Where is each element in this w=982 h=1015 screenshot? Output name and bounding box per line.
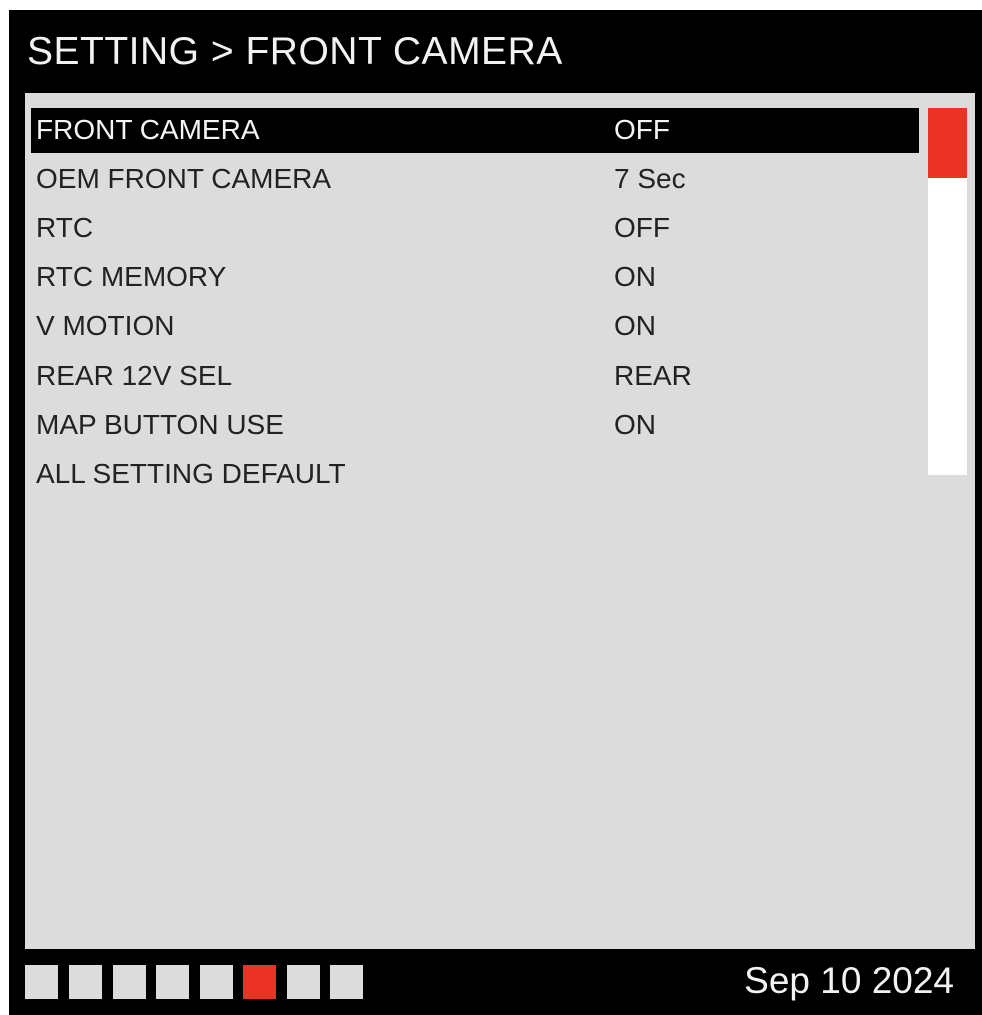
- menu-item-label: V MOTION: [36, 310, 175, 341]
- page-indicator-1: [25, 965, 58, 999]
- menu-item-label: RTC: [36, 212, 94, 243]
- page-indicator-8: [330, 965, 363, 999]
- menu-item-label: RTC MEMORY: [36, 261, 227, 292]
- menu-item-value: REAR: [614, 360, 692, 391]
- page-indicator-2: [69, 965, 102, 999]
- menu-item-value: ON: [614, 310, 656, 341]
- page-indicator-4: [156, 965, 189, 999]
- scrollbar-track[interactable]: [928, 108, 967, 475]
- menu-item-map-button-use[interactable]: MAP BUTTON USE ON: [31, 403, 919, 448]
- menu-item-rear-12v-sel[interactable]: REAR 12V SEL REAR: [31, 354, 919, 399]
- menu-item-label: ALL SETTING DEFAULT: [36, 458, 346, 489]
- page-indicator-6: [243, 965, 276, 999]
- menu-item-all-setting-default[interactable]: ALL SETTING DEFAULT: [31, 452, 919, 497]
- menu-item-value: OFF: [614, 212, 670, 243]
- scrollbar-thumb[interactable]: [928, 108, 967, 178]
- page-title: SETTING > FRONT CAMERA: [27, 30, 563, 73]
- menu-item-value: 7 Sec: [614, 163, 686, 194]
- menu-item-front-camera[interactable]: FRONT CAMERA OFF: [31, 108, 919, 153]
- menu-item-label: OEM FRONT CAMERA: [36, 163, 332, 194]
- date-display: Sep 10 2024: [744, 960, 954, 1001]
- menu-item-label: FRONT CAMERA: [36, 114, 260, 145]
- menu-item-value: OFF: [614, 114, 670, 145]
- menu-item-rtc-memory[interactable]: RTC MEMORY ON: [31, 255, 919, 300]
- menu-item-value: ON: [614, 261, 656, 292]
- page-indicator-5: [200, 965, 233, 999]
- menu-item-rtc[interactable]: RTC OFF: [31, 206, 919, 251]
- page-indicator-7: [287, 965, 320, 999]
- menu-item-v-motion[interactable]: V MOTION ON: [31, 304, 919, 349]
- menu-item-value: ON: [614, 409, 656, 440]
- page-indicator-3: [113, 965, 146, 999]
- menu-item-oem-front-camera[interactable]: OEM FRONT CAMERA 7 Sec: [31, 157, 919, 202]
- menu-item-label: REAR 12V SEL: [36, 360, 233, 391]
- menu-item-label: MAP BUTTON USE: [36, 409, 284, 440]
